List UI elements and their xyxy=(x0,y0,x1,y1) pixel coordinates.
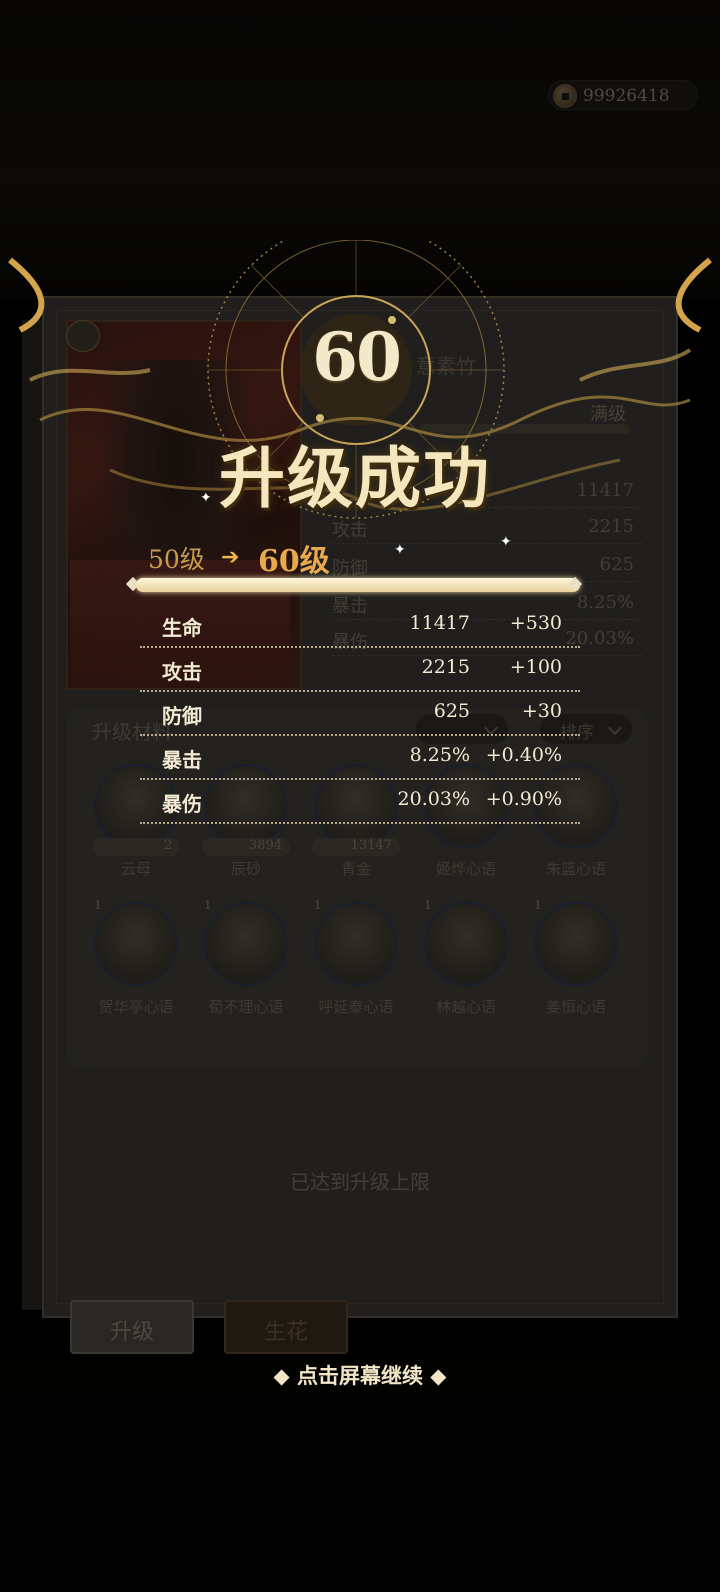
stat-increase: +30 xyxy=(521,700,562,722)
stat-value: 2215 xyxy=(421,656,470,678)
sparkle-icon: ✦ xyxy=(200,490,212,506)
stat-label: 防御 xyxy=(162,704,202,728)
tap-to-continue[interactable]: ◆ 点击屏幕继续 ◆ xyxy=(0,1360,720,1390)
level-progress-bar xyxy=(136,578,580,592)
stat-label: 攻击 xyxy=(162,660,202,684)
stat-value: 8.25% xyxy=(409,744,470,766)
stat-increase: +530 xyxy=(509,612,562,634)
stat-label: 暴击 xyxy=(162,748,202,772)
sparkle-icon: ✦ xyxy=(500,534,512,550)
stat-label: 生命 xyxy=(162,616,202,640)
previous-level: 50级 xyxy=(148,545,205,574)
sparkle-icon: ✦ xyxy=(394,542,406,558)
stat-value: 20.03% xyxy=(397,788,470,810)
stat-value: 625 xyxy=(433,700,470,722)
levelup-stat-row: 攻击 2215 +100 xyxy=(140,648,580,692)
new-level-number: 60 xyxy=(312,318,402,396)
new-level: 60级 xyxy=(258,544,330,579)
level-progress-fill xyxy=(136,578,580,592)
stat-increase: +0.40% xyxy=(485,744,562,766)
levelup-stat-row: 暴伤 20.03% +0.90% xyxy=(140,780,580,824)
stat-increase: +0.90% xyxy=(485,788,562,810)
levelup-stat-row: 暴击 8.25% +0.40% xyxy=(140,736,580,780)
levelup-stat-row: 生命 11417 +530 xyxy=(140,604,580,648)
levelup-title: 升级成功 xyxy=(219,439,491,517)
arrow-right-icon: ➔ xyxy=(221,545,240,570)
levelup-stat-row: 防御 625 +30 xyxy=(140,692,580,736)
stat-label: 暴伤 xyxy=(162,792,202,816)
stat-value: 11417 xyxy=(409,612,470,634)
stat-increase: +100 xyxy=(509,656,562,678)
